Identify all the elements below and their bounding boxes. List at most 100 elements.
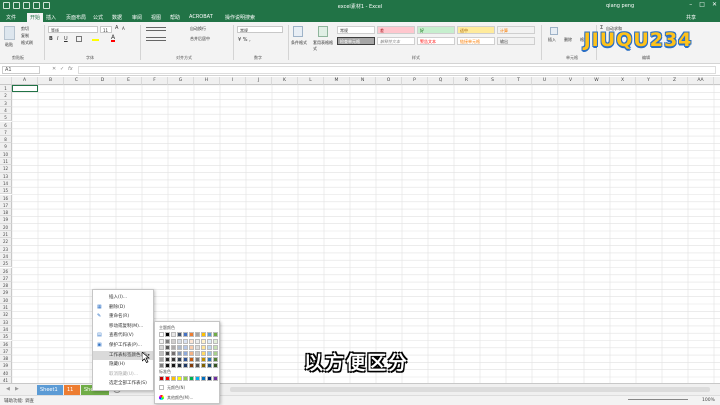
- theme-color-swatch[interactable]: [171, 332, 176, 337]
- style-neutral[interactable]: 适中: [457, 26, 495, 34]
- row-header[interactable]: 36: [0, 340, 12, 348]
- context-menu-item[interactable]: 移动或复制(M)...: [93, 322, 153, 331]
- shade-color-swatch[interactable]: [171, 345, 176, 350]
- shade-color-swatch[interactable]: [195, 357, 200, 362]
- shade-color-swatch[interactable]: [189, 339, 194, 344]
- column-header[interactable]: X: [610, 77, 636, 85]
- column-header[interactable]: L: [298, 77, 324, 85]
- shade-color-swatch[interactable]: [201, 357, 206, 362]
- insert-cells-button[interactable]: 插入: [548, 37, 556, 43]
- row-header[interactable]: 19: [0, 216, 12, 224]
- row-header[interactable]: 40: [0, 369, 12, 377]
- column-header[interactable]: G: [168, 77, 194, 85]
- border-icon[interactable]: [76, 36, 82, 42]
- name-box[interactable]: A1: [2, 66, 40, 74]
- column-header[interactable]: Y: [636, 77, 662, 85]
- row-header[interactable]: 7: [0, 128, 12, 137]
- theme-color-swatch[interactable]: [201, 332, 206, 337]
- shade-color-swatch[interactable]: [177, 339, 182, 344]
- format-as-table-button[interactable]: 套用表格格式: [313, 40, 335, 52]
- column-header[interactable]: F: [142, 77, 168, 85]
- style-good[interactable]: 好: [417, 26, 455, 34]
- shade-color-swatch[interactable]: [183, 357, 188, 362]
- row-header[interactable]: 37: [0, 347, 12, 356]
- row-header[interactable]: 29: [0, 289, 12, 297]
- column-header[interactable]: C: [64, 77, 90, 85]
- shade-color-swatch[interactable]: [159, 357, 164, 362]
- theme-color-swatch[interactable]: [165, 332, 170, 337]
- row-header[interactable]: 31: [0, 304, 12, 312]
- font-color-icon[interactable]: A: [111, 35, 116, 42]
- context-menu-item[interactable]: ▤ 查看代码(V): [93, 331, 153, 340]
- active-cell-a1[interactable]: [12, 85, 38, 92]
- row-header[interactable]: 13: [0, 172, 12, 180]
- sheet-tab-1[interactable]: Sheet1: [37, 385, 63, 395]
- fill-color-icon[interactable]: [92, 36, 99, 41]
- standard-color-swatch[interactable]: [201, 376, 206, 381]
- column-header[interactable]: T: [506, 77, 532, 85]
- context-menu-item[interactable]: ▣ 保护工作表(P)...: [93, 341, 153, 350]
- column-header[interactable]: N: [350, 77, 376, 85]
- formula-input[interactable]: [78, 66, 716, 74]
- row-header[interactable]: 34: [0, 325, 12, 334]
- row-header[interactable]: 9: [0, 143, 12, 151]
- align-top-icon[interactable]: [146, 27, 166, 31]
- theme-color-swatch[interactable]: [159, 332, 164, 337]
- sheet-tab-2[interactable]: 11: [64, 385, 80, 395]
- column-header[interactable]: J: [246, 77, 272, 85]
- row-header[interactable]: 23: [0, 245, 12, 253]
- row-header[interactable]: 33: [0, 318, 12, 326]
- column-header[interactable]: H: [194, 77, 220, 85]
- shade-color-swatch[interactable]: [207, 363, 212, 368]
- theme-color-swatch[interactable]: [213, 332, 218, 337]
- column-header[interactable]: B: [38, 77, 64, 85]
- conditional-format-button[interactable]: 条件格式: [291, 40, 309, 46]
- minimize-icon[interactable]: –: [689, 1, 692, 8]
- tab-home[interactable]: 开始: [27, 13, 44, 22]
- format-painter-button[interactable]: 格式刷: [21, 40, 33, 46]
- paste-icon[interactable]: [4, 26, 15, 40]
- font-name-select[interactable]: 等线: [48, 26, 98, 33]
- row-header[interactable]: 11: [0, 158, 12, 166]
- insert-cells-icon[interactable]: [550, 27, 558, 35]
- shade-color-swatch[interactable]: [201, 345, 206, 350]
- confirm-icon[interactable]: ✓: [60, 66, 64, 72]
- style-linked-cell[interactable]: 链接单元格: [457, 37, 495, 45]
- shade-color-swatch[interactable]: [213, 363, 218, 368]
- column-header[interactable]: AA: [688, 77, 714, 85]
- scroll-right-icon[interactable]: ▶: [15, 386, 19, 392]
- shade-color-swatch[interactable]: [177, 363, 182, 368]
- standard-color-swatch[interactable]: [213, 376, 218, 381]
- shade-color-swatch[interactable]: [213, 339, 218, 344]
- standard-color-swatch[interactable]: [183, 376, 188, 381]
- tab-view[interactable]: 视图: [151, 14, 161, 21]
- column-header[interactable]: Z: [662, 77, 688, 85]
- scroll-left-icon[interactable]: ◀: [6, 386, 10, 392]
- shade-color-swatch[interactable]: [159, 351, 164, 356]
- row-header[interactable]: 16: [0, 194, 12, 202]
- column-header[interactable]: V: [558, 77, 584, 85]
- theme-color-swatch[interactable]: [183, 332, 188, 337]
- shade-color-swatch[interactable]: [213, 357, 218, 362]
- style-calculation[interactable]: 计算: [497, 26, 535, 34]
- bold-icon[interactable]: B: [49, 36, 53, 42]
- column-header[interactable]: R: [454, 77, 480, 85]
- format-as-table-icon[interactable]: [318, 26, 328, 37]
- cut-button[interactable]: 剪切: [21, 26, 29, 32]
- column-header[interactable]: U: [532, 77, 558, 85]
- shade-color-swatch[interactable]: [189, 345, 194, 350]
- tab-page-layout[interactable]: 页面布局: [66, 14, 86, 21]
- shade-color-swatch[interactable]: [189, 351, 194, 356]
- theme-color-swatch[interactable]: [195, 332, 200, 337]
- standard-color-swatch[interactable]: [171, 376, 176, 381]
- shade-color-swatch[interactable]: [183, 363, 188, 368]
- shade-color-swatch[interactable]: [165, 357, 170, 362]
- close-icon[interactable]: ✕: [712, 1, 717, 8]
- shade-color-swatch[interactable]: [159, 363, 164, 368]
- row-header[interactable]: 20: [0, 223, 12, 231]
- paste-button[interactable]: 粘贴: [5, 42, 13, 48]
- row-header[interactable]: 25: [0, 260, 12, 268]
- column-header[interactable]: D: [90, 77, 116, 85]
- shade-color-swatch[interactable]: [165, 339, 170, 344]
- shade-color-swatch[interactable]: [183, 345, 188, 350]
